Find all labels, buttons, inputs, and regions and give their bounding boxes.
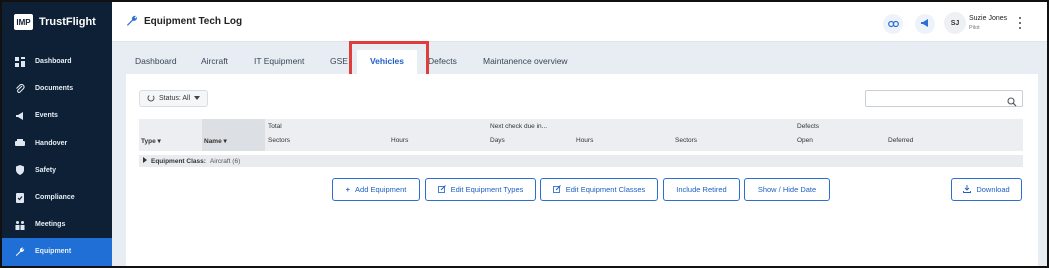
sidebar-item-label: Meetings	[35, 221, 66, 229]
sidebar-item-documents[interactable]: Documents	[2, 75, 112, 102]
tab-it-equipment[interactable]: IT Equipment	[254, 56, 304, 66]
compliance-icon	[14, 192, 25, 203]
download-label: Download	[976, 185, 1010, 194]
show-hide-date-button[interactable]: Show / Hide Date	[744, 178, 830, 201]
top-header: Equipment Tech Log SJ Suzie Jones Pilot	[112, 2, 1047, 42]
download-icon	[963, 184, 972, 195]
sort-icon: ▾	[157, 138, 161, 145]
group-row-value: Aircraft (6)	[209, 157, 241, 165]
wrench-icon	[14, 246, 25, 257]
name-column-bg	[202, 119, 265, 151]
equipment-panel: Status: All Total Next check due in... D…	[126, 74, 1038, 266]
dashboard-icon	[14, 56, 25, 67]
wrench-icon	[126, 14, 138, 26]
sidebar-item-safety[interactable]: Safety	[2, 157, 112, 184]
edit-equipment-types-button[interactable]: Edit Equipment Types	[425, 178, 536, 201]
group-row-label: Equipment Class:	[151, 157, 206, 165]
sidebar-item-label: Equipment	[35, 248, 72, 256]
edit-icon	[552, 184, 561, 195]
sidebar-item-events[interactable]: Events	[2, 102, 112, 129]
sidebar-item-label: Documents	[35, 85, 74, 93]
tab-maintanence-overview[interactable]: Maintanence overview	[483, 56, 568, 66]
column-days[interactable]: Days	[490, 137, 505, 144]
column-type-label: Type	[141, 138, 156, 145]
sidebar-item-dashboard[interactable]: Dashboard	[2, 48, 112, 75]
edit-equipment-classes-button[interactable]: Edit Equipment Classes	[540, 178, 658, 201]
sidebar: IMP TrustFlight Dashboard Documents Even…	[2, 2, 112, 266]
sidebar-nav: Dashboard Documents Events Handover Safe…	[2, 48, 112, 266]
tab-dashboard[interactable]: Dashboard	[135, 56, 177, 66]
app-frame: IMP TrustFlight Dashboard Documents Even…	[0, 0, 1049, 268]
add-equipment-button[interactable]: + Add Equipment	[332, 178, 420, 201]
tab-aircraft[interactable]: Aircraft	[201, 56, 228, 66]
link-icon	[887, 15, 899, 33]
caret-right-icon	[143, 157, 147, 165]
download-button[interactable]: Download	[951, 178, 1022, 201]
column-name-label: Name	[204, 138, 222, 145]
status-filter-label: Status: All	[159, 95, 191, 102]
group-header-total: Total	[268, 123, 282, 130]
tab-defects[interactable]: Defects	[428, 56, 457, 66]
brand-name: TrustFlight	[39, 16, 96, 28]
add-equipment-label: Add Equipment	[355, 185, 407, 194]
column-sectors[interactable]: Sectors	[268, 137, 290, 144]
table-header: Total Next check due in... Defects Type …	[139, 119, 1023, 151]
column-deferred[interactable]: Deferred	[888, 137, 913, 144]
megaphone-icon	[920, 15, 930, 33]
more-options-icon[interactable]	[1015, 15, 1025, 31]
link-button[interactable]	[883, 14, 903, 34]
user-name: Suzie Jones	[969, 15, 1008, 22]
brand-logo: IMP	[14, 14, 33, 30]
search-input[interactable]	[865, 90, 1023, 107]
sidebar-item-compliance[interactable]: Compliance	[2, 184, 112, 211]
chevron-down-icon	[194, 95, 201, 102]
paperclip-icon	[14, 83, 25, 94]
sidebar-item-handover[interactable]: Handover	[2, 130, 112, 157]
page-title: Equipment Tech Log	[144, 16, 243, 27]
brand[interactable]: IMP TrustFlight	[14, 14, 96, 30]
column-hours[interactable]: Hours	[391, 137, 408, 144]
equipment-class-group-row[interactable]: Equipment Class: Aircraft (6)	[139, 155, 1023, 167]
handover-icon	[14, 138, 25, 149]
column-type[interactable]: Type ▾	[141, 137, 161, 145]
meetings-icon	[14, 219, 25, 230]
search-icon	[1007, 94, 1017, 112]
spinner-icon	[147, 94, 155, 104]
avatar[interactable]: SJ	[944, 12, 966, 34]
sidebar-item-equipment[interactable]: Equipment	[2, 238, 112, 266]
sidebar-item-label: Events	[35, 112, 58, 120]
user-role: Pilot	[969, 25, 980, 31]
sidebar-item-label: Dashboard	[35, 58, 72, 66]
include-retired-button[interactable]: Include Retired	[663, 178, 740, 201]
edit-icon	[437, 184, 446, 195]
sidebar-item-label: Safety	[35, 166, 57, 174]
tab-bar: Dashboard Aircraft IT Equipment GSE Vehi…	[112, 50, 1047, 74]
announcements-button[interactable]	[915, 14, 935, 34]
sidebar-item-label: Compliance	[35, 194, 75, 202]
column-next-hours[interactable]: Hours	[576, 137, 593, 144]
shield-icon	[14, 165, 25, 176]
column-open[interactable]: Open	[797, 137, 813, 144]
sidebar-item-meetings[interactable]: Meetings	[2, 211, 112, 238]
sidebar-item-label: Handover	[35, 139, 68, 147]
sort-icon: ▾	[223, 138, 227, 145]
edit-equipment-classes-label: Edit Equipment Classes	[565, 185, 646, 194]
plus-icon: +	[345, 185, 351, 194]
column-next-sectors[interactable]: Sectors	[675, 137, 697, 144]
tab-gse[interactable]: GSE	[330, 56, 348, 66]
edit-equipment-types-label: Edit Equipment Types	[450, 185, 524, 194]
column-name[interactable]: Name ▾	[204, 137, 227, 145]
status-filter[interactable]: Status: All	[139, 90, 209, 107]
group-header-defects: Defects	[797, 123, 820, 130]
group-header-next-check: Next check due in...	[490, 123, 548, 130]
megaphone-icon	[14, 110, 25, 121]
